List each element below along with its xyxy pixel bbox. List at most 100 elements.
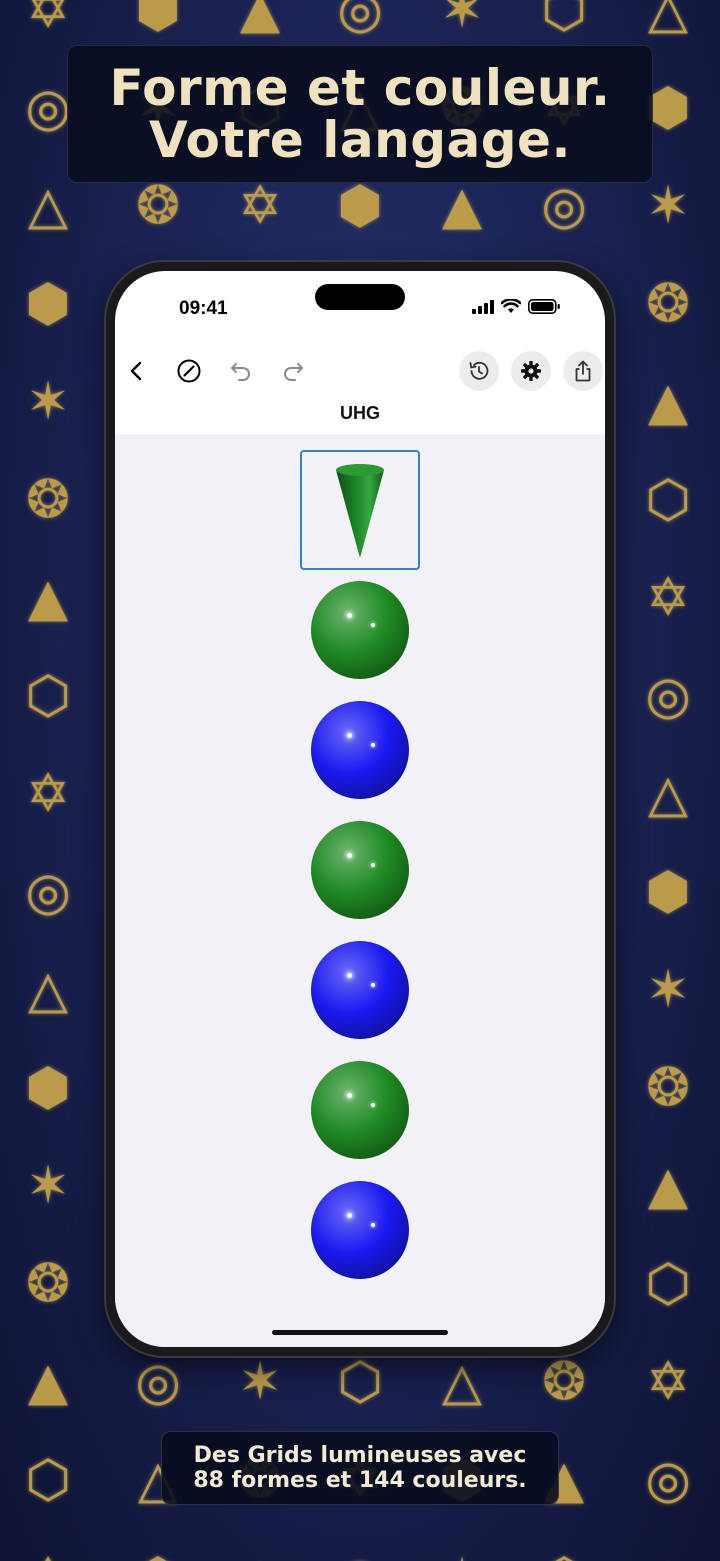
pyramid-icon: ▲ bbox=[648, 372, 688, 432]
cube-icon: ⬡ bbox=[533, 1547, 595, 1561]
undo-icon bbox=[231, 363, 250, 381]
redo-icon bbox=[284, 363, 303, 381]
phone-frame: 09:41 UHG bbox=[106, 262, 614, 1356]
grid-cell-sphere[interactable] bbox=[300, 810, 420, 930]
phone-screen: 09:41 UHG bbox=[115, 271, 605, 1347]
dynamic-island bbox=[315, 284, 405, 310]
headline-line-2: Votre langage. bbox=[149, 111, 571, 169]
spiral-icon: ◎ bbox=[645, 1450, 691, 1510]
home-indicator[interactable] bbox=[272, 1330, 448, 1335]
grid-cell-sphere[interactable] bbox=[300, 930, 420, 1050]
merkaba-icon: ✶ bbox=[26, 1156, 70, 1216]
grid-cell-sphere[interactable] bbox=[300, 570, 420, 690]
headline-line-1: Forme et couleur. bbox=[109, 59, 611, 117]
back-chevron-icon bbox=[130, 361, 142, 381]
specular-highlight bbox=[347, 973, 352, 978]
pyramid-icon: ▲ bbox=[240, 0, 280, 40]
merkaba-icon: ✶ bbox=[26, 372, 70, 432]
merkaba-icon: ✶ bbox=[440, 0, 484, 40]
rosette-icon: ❂ bbox=[26, 1254, 70, 1314]
pyramid-icon: ▲ bbox=[28, 568, 68, 628]
sphere-shape bbox=[311, 1181, 409, 1279]
caption-line-2: 88 formes et 144 couleurs. bbox=[193, 1468, 527, 1493]
share-button[interactable] bbox=[563, 351, 603, 391]
specular-highlight bbox=[347, 1213, 352, 1218]
triangle-icon: △ bbox=[28, 176, 68, 236]
rosette-icon: ❂ bbox=[646, 274, 690, 334]
grid-cell-sphere[interactable] bbox=[300, 1050, 420, 1170]
share-icon bbox=[575, 360, 591, 382]
hexagon-cube-icon: ⬢ bbox=[127, 1547, 189, 1561]
history-icon bbox=[469, 361, 489, 380]
status-time: 09:41 bbox=[179, 298, 228, 319]
specular-highlight bbox=[371, 1103, 375, 1107]
rosette-icon: ❂ bbox=[646, 1058, 690, 1118]
sphere-shape bbox=[311, 1061, 409, 1159]
pyramid-icon: ▲ bbox=[229, 1547, 291, 1561]
specular-highlight bbox=[371, 743, 375, 747]
star-tetrahedron-icon: ✡ bbox=[26, 764, 70, 824]
star-tetrahedron-icon: ✡ bbox=[26, 0, 70, 40]
grid-cell-sphere[interactable] bbox=[300, 690, 420, 810]
star-tetrahedron-icon: ✡ bbox=[646, 568, 690, 628]
grid-canvas[interactable] bbox=[115, 434, 605, 1347]
sphere-shape bbox=[311, 701, 409, 799]
spiral-icon: ◎ bbox=[541, 176, 587, 236]
cube-icon: ⬡ bbox=[541, 0, 587, 40]
cone-shape bbox=[336, 464, 384, 558]
merkaba-icon: ✶ bbox=[646, 960, 690, 1020]
rosette-icon: ❂ bbox=[136, 176, 180, 236]
cube-icon: ⬡ bbox=[645, 1254, 691, 1314]
specular-highlight bbox=[371, 623, 375, 627]
cube-icon: ⬡ bbox=[25, 1450, 71, 1510]
rosette-icon: ❂ bbox=[542, 1352, 586, 1412]
grid-cell-sphere[interactable] bbox=[300, 1170, 420, 1290]
specular-highlight bbox=[347, 1093, 352, 1098]
cube-icon: ⬡ bbox=[337, 1352, 383, 1412]
settings-button[interactable] bbox=[511, 351, 551, 391]
specular-highlight bbox=[347, 733, 352, 738]
hexagon-cube-icon: ⬢ bbox=[337, 176, 383, 236]
spiral-icon: ◎ bbox=[645, 666, 691, 726]
specular-highlight bbox=[347, 613, 352, 618]
redo-button[interactable] bbox=[275, 353, 311, 389]
pyramid-icon: ▲ bbox=[648, 1156, 688, 1216]
pyramid-icon: ▲ bbox=[28, 1352, 68, 1412]
triangle-icon: △ bbox=[28, 960, 68, 1020]
caption-line-1: Des Grids lumineuses avec bbox=[193, 1443, 527, 1468]
hexagon-cube-icon: ⬢ bbox=[25, 274, 71, 334]
cube-icon: ⬡ bbox=[25, 666, 71, 726]
cellular-signal-icon bbox=[472, 299, 494, 314]
history-button[interactable] bbox=[459, 351, 499, 391]
star-tetrahedron-icon: ✡ bbox=[17, 1547, 79, 1561]
sphere-shape bbox=[311, 821, 409, 919]
specular-highlight bbox=[347, 853, 352, 858]
document-title: UHG bbox=[340, 403, 380, 423]
triangle-icon: △ bbox=[648, 764, 688, 824]
back-button[interactable] bbox=[118, 353, 154, 389]
star-tetrahedron-icon: ✡ bbox=[238, 176, 282, 236]
merkaba-icon: ✶ bbox=[431, 1547, 493, 1561]
clear-button[interactable] bbox=[171, 353, 207, 389]
status-icons bbox=[472, 299, 561, 314]
spiral-icon: ◎ bbox=[25, 862, 71, 922]
cube-icon: ⬡ bbox=[645, 470, 691, 530]
undo-button[interactable] bbox=[223, 353, 259, 389]
hexagon-cube-icon: ⬢ bbox=[135, 0, 181, 40]
marketing-headline: Forme et couleur. Votre langage. bbox=[67, 45, 653, 183]
star-tetrahedron-icon: ✡ bbox=[646, 1352, 690, 1412]
spiral-icon: ◎ bbox=[329, 1547, 391, 1561]
triangle-icon: △ bbox=[442, 1352, 482, 1412]
triangle-icon: △ bbox=[648, 0, 688, 40]
specular-highlight bbox=[371, 863, 375, 867]
marketing-caption: Des Grids lumineuses avec 88 formes et 1… bbox=[161, 1431, 559, 1505]
merkaba-icon: ✶ bbox=[238, 1352, 282, 1412]
hexagon-cube-icon: ⬢ bbox=[25, 1058, 71, 1118]
sphere-shape bbox=[311, 581, 409, 679]
wifi-icon bbox=[501, 299, 521, 313]
rosette-icon: ❂ bbox=[26, 470, 70, 530]
battery-icon bbox=[528, 299, 560, 314]
sphere-shape bbox=[311, 941, 409, 1039]
selected-grid-cell-cone[interactable] bbox=[300, 450, 420, 570]
merkaba-icon: ✶ bbox=[646, 176, 690, 236]
